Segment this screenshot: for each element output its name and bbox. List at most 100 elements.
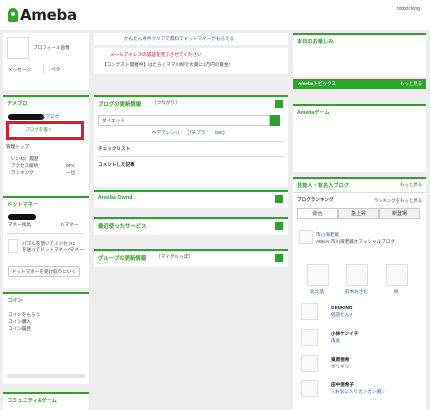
recent-services-title: 最近使ったサービス bbox=[98, 224, 147, 230]
blog-updates-toggle-icon[interactable] bbox=[275, 100, 283, 108]
message-link[interactable]: メッセージ bbox=[8, 67, 31, 73]
money-name-redacted bbox=[8, 214, 36, 220]
ownd-title: Ameba Ownd bbox=[98, 195, 133, 201]
list-name-1[interactable]: GENKING bbox=[331, 305, 352, 310]
stats-like-history[interactable]: いいね！履歴 bbox=[11, 156, 39, 162]
blog-updates-title: ブログの更新情報 bbox=[98, 102, 142, 108]
blog-updates-panel: ブログの更新情報 ［つながり］ ダイエット ヘアアレンジ プチプラ BBQ チェ… bbox=[94, 95, 288, 187]
money-balance-value: 0 マネー bbox=[61, 222, 79, 227]
global-header: Ameba totoricking bbox=[0, 0, 430, 30]
coin-title: コイン bbox=[3, 292, 89, 307]
celebrity-panel: 芸能人・有名人ブログ もっと見る ブログランキング ランキングをもっと見る 総合… bbox=[293, 177, 426, 410]
ranking-tab-new[interactable]: 新登場 bbox=[379, 208, 420, 219]
celeb-name-2[interactable]: 鈴木おさむ bbox=[345, 289, 368, 295]
stats-access-label[interactable]: アクセス解析 bbox=[11, 163, 38, 169]
blog-search-value: ダイエット bbox=[102, 118, 125, 123]
recent-services-panel: 最近使ったサービス bbox=[94, 217, 288, 235]
stats-ranking-value: 一位 bbox=[66, 170, 76, 175]
commented-articles-link[interactable]: コメントした記事 bbox=[98, 162, 135, 168]
blog-updates-sub: ［つながり］ bbox=[152, 100, 180, 105]
ameba-topics-title[interactable]: Amebaトピックス bbox=[298, 81, 336, 87]
celeb-name-3[interactable]: 桃 bbox=[394, 289, 399, 295]
list-avatar-1[interactable] bbox=[301, 303, 318, 320]
celeb-card-desc: ABKAI 市川海老蔵オフィシャルブログ bbox=[316, 239, 396, 244]
coin-history-link[interactable]: コイン履歴 bbox=[8, 326, 31, 332]
notice-panel: メールアドレスの認証を完了させてください 【コンテスト開催中】はたらくママ川柳で… bbox=[94, 48, 288, 74]
celebrity-more-link[interactable]: もっと見る bbox=[400, 182, 422, 188]
manage-top-link[interactable]: 管理トップ bbox=[6, 144, 29, 150]
ranking-tab-overall-label: 総合 bbox=[312, 211, 323, 217]
ameba-game-panel: Amebaゲーム bbox=[293, 104, 426, 172]
ranking-tab-rising-label: 急上昇 bbox=[350, 211, 366, 217]
list-avatar-2[interactable] bbox=[301, 329, 318, 346]
tag-bbq[interactable]: BBQ bbox=[215, 130, 225, 135]
celeb-thumb-3[interactable] bbox=[386, 264, 408, 286]
ranking-tab-new-label: 新登場 bbox=[391, 211, 407, 217]
pets-link[interactable]: ペタ bbox=[51, 67, 60, 73]
group-updates-sub: ［マイグルっぽ］ bbox=[156, 254, 193, 259]
celeb-thumb-1[interactable] bbox=[307, 264, 329, 286]
celeb-card-name[interactable]: 市川海老蔵 bbox=[316, 232, 339, 238]
community-panel: コミュニティ&ゲーム bbox=[3, 392, 89, 410]
coin-get-link[interactable]: コインをもらう bbox=[8, 312, 40, 318]
ameba-logo[interactable]: Ameba bbox=[8, 6, 77, 24]
campaign-banner[interactable]: かんたん条件クリアで無料でドットマネーがもらえる bbox=[94, 33, 288, 45]
list-name-2[interactable]: 小林ケンイチ bbox=[331, 331, 358, 337]
ownd-panel: Ameba Ownd bbox=[94, 190, 288, 208]
stats-access-value: 0PV bbox=[66, 163, 75, 168]
celeb-card-avatar[interactable] bbox=[299, 230, 313, 244]
dotmoney-panel: ドットマネー マネー残高 0 マネー パズルを頂いてインセン を送ってドットマネ… bbox=[3, 196, 89, 288]
recent-services-toggle-icon[interactable] bbox=[275, 222, 283, 230]
campaign-link[interactable]: かんたん条件クリアで無料でドットマネーがもらえる bbox=[124, 36, 234, 42]
blog-name-redacted bbox=[8, 114, 44, 120]
puzzle-sub: を送ってドットマネーへ bbox=[22, 247, 73, 252]
coin-buy-link[interactable]: コイン購入 bbox=[8, 319, 31, 325]
stats-ranking-label[interactable]: ランキング bbox=[11, 170, 34, 176]
community-title: コミュニティ&ゲーム bbox=[3, 392, 89, 407]
list-sub-1[interactable]: 侶遊たん!! bbox=[331, 312, 352, 318]
contest-notice[interactable]: 【コンテスト開催中】はたらくママ川柳で大賞に1万円の賞金！ bbox=[102, 62, 233, 68]
money-balance-label: マネー残高 bbox=[8, 222, 31, 227]
ranking-more-link[interactable]: ランキングをもっと見る bbox=[374, 198, 422, 204]
blog-search-button[interactable] bbox=[270, 115, 280, 126]
coin-progress bbox=[7, 374, 85, 378]
celeb-name-1[interactable]: 北斗晶 bbox=[310, 289, 324, 295]
profile-image-placeholder[interactable] bbox=[7, 37, 29, 59]
ameblo-title: アメブロ bbox=[3, 95, 89, 110]
list-avatar-4[interactable] bbox=[301, 380, 318, 397]
ameba-logo-icon bbox=[8, 8, 18, 22]
ameblo-panel: アメブロ のブログ ブログを書く 管理トップ いいね！履歴 アクセス解析 0PV… bbox=[3, 95, 89, 195]
profile-card: プロフィール画像 メッセージ ペタ bbox=[3, 33, 89, 90]
profile-image-label: プロフィール画像 bbox=[33, 45, 70, 50]
dotmoney-receive-button[interactable]: ドットマネーを受け取りにいく bbox=[8, 266, 80, 277]
list-sub-3[interactable]: ギリギリ bbox=[331, 364, 349, 370]
ownd-toggle-icon[interactable] bbox=[275, 195, 283, 203]
email-alert[interactable]: メールアドレスの認証を完了させてください bbox=[110, 52, 202, 58]
blog-search-input[interactable]: ダイエット bbox=[98, 115, 270, 126]
logo-text: Ameba bbox=[20, 6, 77, 24]
list-name-4[interactable]: 田中亜希子 bbox=[331, 382, 354, 388]
tag-hair-arrange[interactable]: ヘアアレンジ bbox=[152, 130, 180, 136]
puzzle-plus: +1 bbox=[70, 241, 76, 246]
ameba-game-title: Amebaゲーム bbox=[293, 104, 426, 119]
group-updates-toggle-icon[interactable] bbox=[275, 254, 283, 262]
group-updates-panel: グループの更新情報 ［マイグルっぽ］ bbox=[94, 249, 288, 267]
celeb-thumb-2[interactable] bbox=[346, 264, 368, 286]
tag-puchipura[interactable]: プチプラ bbox=[187, 130, 205, 136]
my-blog-link[interactable]: のブログ bbox=[41, 114, 59, 120]
ameba-topics-panel: Amebaトピックス もっと見る bbox=[293, 79, 426, 89]
today-title: 本日のお楽しみ bbox=[293, 33, 426, 48]
list-sub-2[interactable]: 再会 bbox=[331, 338, 340, 344]
list-name-3[interactable]: 東原亜希 bbox=[331, 357, 349, 363]
list-avatar-3[interactable] bbox=[301, 355, 318, 372]
user-id[interactable]: totoricking bbox=[397, 6, 420, 12]
ranking-tab-overall[interactable]: 総合 bbox=[297, 208, 338, 219]
ranking-title: ブログランキング bbox=[297, 197, 334, 202]
ranking-tab-rising[interactable]: 急上昇 bbox=[338, 208, 379, 219]
write-blog-button[interactable]: ブログを書く bbox=[25, 127, 53, 133]
today-panel: 本日のお楽しみ bbox=[293, 33, 426, 77]
puzzle-unit: マネー bbox=[70, 247, 84, 252]
ameba-topics-more-link[interactable]: もっと見る bbox=[400, 81, 422, 87]
checklist-link[interactable]: チェックリスト bbox=[98, 146, 130, 152]
list-sub-4[interactable]: ☆お気に入りカンカン帽☆ bbox=[331, 389, 385, 395]
